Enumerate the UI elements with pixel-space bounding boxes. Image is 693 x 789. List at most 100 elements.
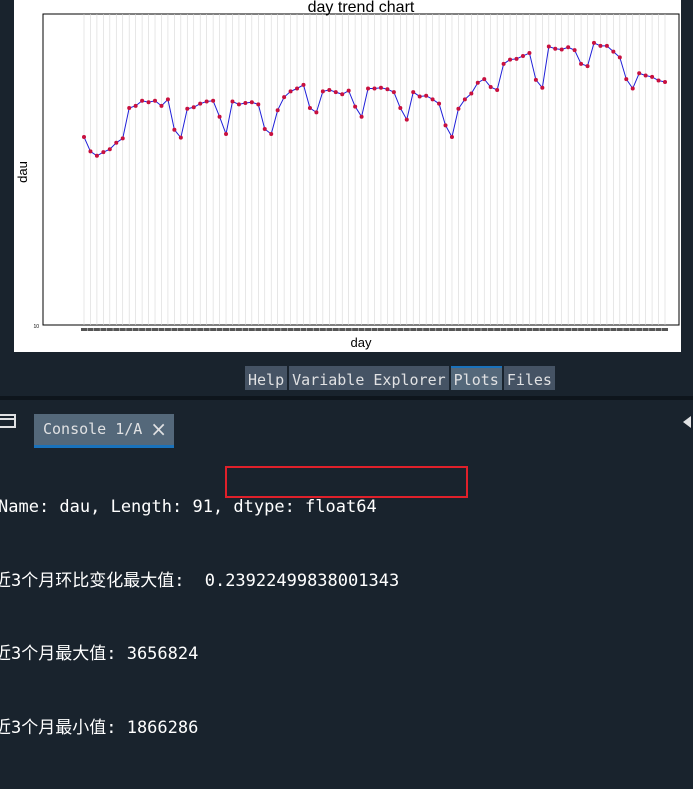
x-tick-label — [152, 328, 159, 331]
x-tick-label — [171, 328, 178, 331]
data-point — [314, 110, 319, 115]
x-tick-label — [281, 328, 288, 331]
x-tick-label — [223, 328, 230, 331]
data-point — [301, 82, 306, 87]
console-line: 近3个月最大值: 3656824 — [0, 644, 199, 664]
data-point — [275, 108, 280, 113]
tab-help[interactable]: Help — [245, 366, 288, 390]
data-point — [456, 106, 461, 111]
x-tick-label — [416, 328, 423, 331]
x-tick-label — [164, 328, 171, 331]
x-tick-labels — [81, 328, 668, 331]
x-tick-label — [623, 328, 630, 331]
data-point — [553, 46, 558, 51]
x-tick-label — [248, 328, 255, 331]
x-tick-label — [345, 328, 352, 331]
x-tick-label — [500, 328, 507, 331]
data-point — [288, 89, 293, 94]
data-point — [501, 61, 506, 66]
data-point — [643, 73, 648, 78]
x-axis-label: day — [351, 335, 372, 350]
x-tick-label — [539, 328, 546, 331]
x-tick-label — [410, 328, 417, 331]
data-point — [346, 88, 351, 93]
x-tick-label — [397, 328, 404, 331]
data-point — [624, 77, 629, 82]
tab-console[interactable]: Console 1/A × — [34, 414, 174, 448]
data-point — [520, 53, 525, 58]
data-point — [172, 127, 177, 132]
x-tick-label — [210, 328, 217, 331]
data-point — [656, 78, 661, 83]
x-tick-label — [255, 328, 262, 331]
data-point — [224, 132, 229, 137]
x-tick-label — [203, 328, 210, 331]
data-point — [527, 51, 532, 56]
x-tick-label — [319, 328, 326, 331]
x-tick-label — [494, 328, 501, 331]
data-point — [417, 94, 422, 99]
data-point — [320, 89, 325, 94]
data-point — [411, 90, 416, 95]
data-point — [198, 101, 203, 106]
x-tick-label — [513, 328, 520, 331]
tab-variable-explorer[interactable]: Variable Explorer — [289, 366, 449, 390]
data-point — [430, 97, 435, 102]
close-icon[interactable]: × — [150, 414, 167, 445]
x-tick-label — [662, 328, 668, 331]
data-point — [540, 85, 545, 90]
data-point — [604, 43, 609, 48]
x-tick-label — [603, 328, 610, 331]
data-point — [443, 123, 448, 128]
data-point — [178, 135, 183, 140]
x-tick-label — [565, 328, 572, 331]
x-tick-label — [261, 328, 268, 331]
x-tick-label — [636, 328, 643, 331]
data-point — [591, 40, 596, 45]
tab-plots[interactable]: Plots — [450, 366, 502, 390]
x-tick-label — [590, 328, 597, 331]
data-point — [372, 86, 377, 91]
x-tick-label — [113, 328, 120, 331]
data-point — [94, 153, 99, 158]
data-point — [488, 85, 493, 90]
x-tick-label — [184, 328, 191, 331]
data-point — [107, 147, 112, 152]
x-tick-label — [442, 328, 449, 331]
data-point — [101, 150, 106, 155]
data-point — [327, 87, 332, 92]
data-point — [514, 56, 519, 61]
x-tick-label — [552, 328, 559, 331]
console-icon[interactable] — [0, 414, 16, 428]
x-tick-label — [339, 328, 346, 331]
data-point — [572, 48, 577, 53]
data-point — [366, 86, 371, 91]
tab-files[interactable]: Files — [503, 366, 555, 390]
scroll-left-arrow-icon[interactable] — [683, 416, 691, 428]
x-tick-label — [197, 328, 204, 331]
data-point — [88, 149, 93, 154]
x-tick-label — [448, 328, 455, 331]
x-tick-label — [332, 328, 339, 331]
x-tick-label — [578, 328, 585, 331]
x-tick-label — [423, 328, 430, 331]
data-point — [262, 126, 267, 131]
x-tick-label — [436, 328, 443, 331]
x-tick-label — [158, 328, 165, 331]
day-trend-chart: day trend chart 10 day dau — [15, 0, 680, 350]
data-point — [353, 104, 358, 109]
data-point — [120, 136, 125, 141]
x-tick-label — [371, 328, 378, 331]
data-point — [482, 77, 487, 82]
x-tick-label — [190, 328, 197, 331]
data-point — [114, 140, 119, 145]
data-point — [449, 134, 454, 139]
x-tick-label — [358, 328, 365, 331]
x-tick-label — [616, 328, 623, 331]
data-point — [585, 64, 590, 69]
data-point — [133, 103, 138, 108]
data-point — [359, 114, 364, 119]
x-tick-label — [229, 328, 236, 331]
data-point — [140, 98, 145, 103]
x-tick-label — [390, 328, 397, 331]
